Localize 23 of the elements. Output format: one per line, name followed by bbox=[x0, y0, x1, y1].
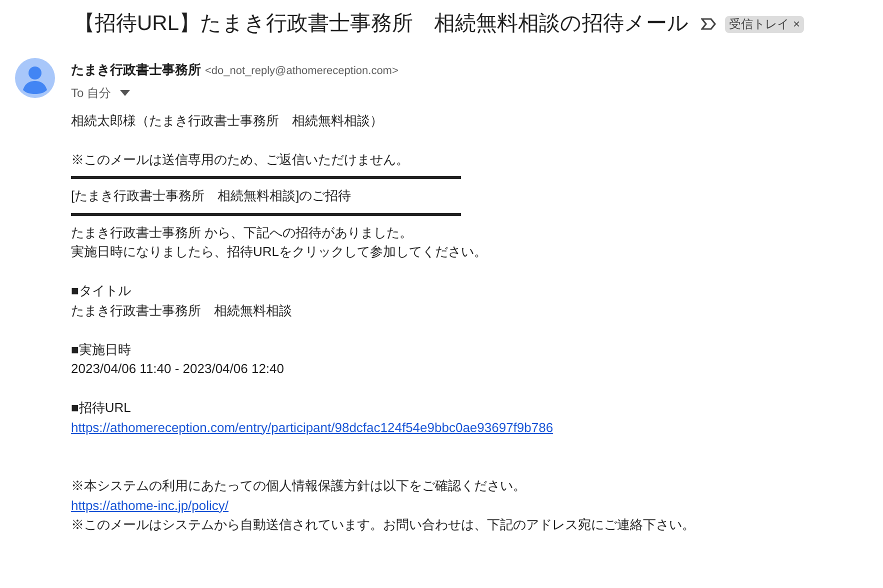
avatar-icon bbox=[15, 58, 55, 98]
important-marker-icon[interactable] bbox=[701, 18, 718, 30]
body-text: たまき行政書士事務所 相続無料相談 bbox=[71, 302, 292, 320]
body-text: ※このメールは送信専用のため、ご返信いただけません。 bbox=[71, 150, 409, 168]
body-text: 2023/04/06 11:40 - 2023/04/06 12:40 bbox=[71, 360, 284, 378]
body-text: [たまき行政書士事務所 相続無料相談]のご招待 bbox=[71, 187, 352, 205]
recipient-text: To 自分 bbox=[71, 84, 112, 102]
body-text: たまき行政書士事務所 から、下記への招待がありました。 bbox=[71, 224, 413, 242]
body-text: 相続太郎様（たまき行政書士事務所 相続無料相談） bbox=[71, 112, 383, 130]
body-text: ■実施日時 bbox=[71, 340, 131, 358]
link[interactable]: https://athomereception.com/entry/participant/98dcfac124f54e9bbc0ae93697f9b786 bbox=[71, 418, 554, 437]
body-text: ■招待URL bbox=[71, 399, 131, 417]
inbox-label[interactable]: 受信トレイ × bbox=[725, 16, 804, 32]
body-text: ※このメールはシステムから自動送信されています。お問い合わせは、下記のアドレス宛にご連絡下さい。 bbox=[71, 516, 695, 534]
body-text: 実施日時になりましたら、招待URLをクリックして参加してください。 bbox=[71, 243, 488, 261]
dropdown-caret-icon[interactable] bbox=[119, 88, 132, 96]
email-subject: 【招待URL】たまき行政書士事務所 相続無料相談の招待メール bbox=[74, 11, 690, 38]
sender-name: たまき行政書士事務所 bbox=[71, 61, 201, 79]
remove-label-button[interactable]: × bbox=[793, 16, 800, 32]
link[interactable]: https://athome-inc.jp/policy/ bbox=[71, 496, 229, 515]
body-text: ■タイトル bbox=[71, 282, 131, 300]
sender-address: <do_not_reply@athomereception.com> bbox=[205, 64, 398, 79]
body-text: ※本システムの利用にあたっての個人情報保護方針は以下をご確認ください。 bbox=[71, 477, 526, 495]
